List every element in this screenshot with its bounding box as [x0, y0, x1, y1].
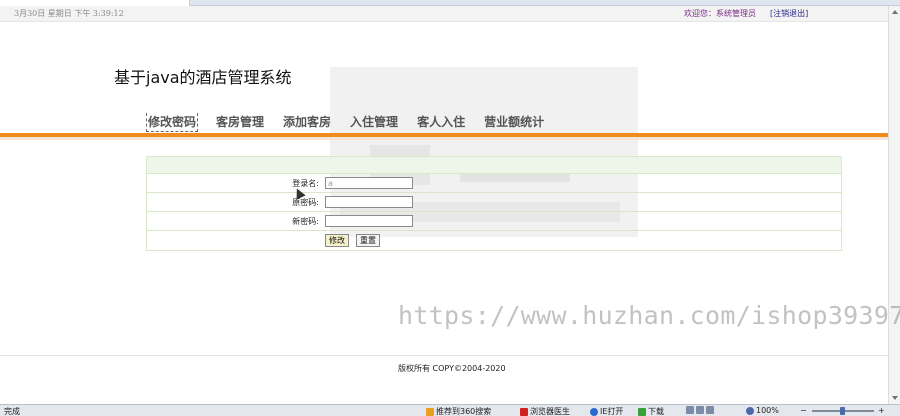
tools-icon[interactable] [696, 406, 704, 414]
reset-button[interactable]: 重置 [356, 234, 380, 247]
logout-link[interactable]: [注销退出] [770, 8, 808, 19]
recommend-360[interactable]: 推荐到360搜索 [426, 406, 491, 416]
form-row-new-password: 新密码: [147, 212, 841, 231]
username-input[interactable] [325, 177, 413, 189]
new-password-label: 新密码: [292, 217, 319, 226]
doctor-icon [520, 407, 528, 416]
zoom-icon [746, 406, 754, 415]
window-icon[interactable] [686, 406, 694, 414]
change-password-form: 登录名: 原密码: 新密码: 修改 重置 [146, 156, 842, 251]
scroll-up-icon[interactable] [892, 10, 898, 14]
form-row-actions: 修改 重置 [147, 231, 841, 250]
zoom-slider-handle[interactable] [840, 407, 845, 415]
zoom-level[interactable]: 100% [746, 406, 779, 415]
welcome-text: 欢迎您：系统管理员 [684, 9, 756, 18]
top-info-bar: 3月30日 星期日 下午 3:39:12 欢迎您：系统管理员 [注销退出] [0, 6, 888, 22]
old-password-input[interactable] [325, 196, 413, 208]
download-icon [638, 407, 646, 416]
status-tools[interactable] [686, 406, 716, 414]
nav-guest-checkin[interactable]: 客人入住 [416, 113, 466, 132]
browser-status-bar: 完成 推荐到360搜索 浏览器医生 IE打开 下载 100% − + [0, 404, 900, 416]
main-nav: 修改密码 客房管理 添加客房 入住管理 客人入住 营业额统计 [146, 113, 562, 132]
footer-divider [0, 355, 888, 356]
nav-checkin-management[interactable]: 入住管理 [349, 113, 399, 132]
site-title: 基于java的酒店管理系统 [114, 68, 292, 87]
vertical-scrollbar[interactable] [888, 6, 900, 404]
status-text: 完成 [4, 407, 20, 416]
nav-add-room[interactable]: 添加客房 [282, 113, 332, 132]
form-header [147, 157, 841, 174]
thumbs-up-icon [426, 407, 434, 416]
nav-revenue-stats[interactable]: 营业额统计 [483, 113, 545, 132]
form-row-old-password: 原密码: [147, 193, 841, 212]
nav-change-password[interactable]: 修改密码 [146, 113, 199, 132]
submit-button[interactable]: 修改 [325, 234, 349, 247]
sound-icon[interactable] [706, 406, 714, 414]
zoom-in-icon[interactable]: + [878, 406, 885, 415]
footer-copyright: 版权所有 COPY©2004-2020 [398, 364, 506, 373]
browser-doctor[interactable]: 浏览器医生 [520, 406, 570, 416]
form-row-username: 登录名: [147, 174, 841, 193]
nav-underline-shadow [0, 137, 888, 140]
zoom-out-icon[interactable]: − [800, 406, 807, 415]
ie-icon [590, 407, 598, 416]
watermark-text: https://www.huzhan.com/ishop39397 [398, 301, 900, 330]
current-date: 3月30日 星期日 下午 3:39:12 [14, 9, 124, 18]
new-password-input[interactable] [325, 215, 413, 227]
scroll-down-icon[interactable] [892, 396, 898, 400]
ie-open[interactable]: IE打开 [590, 406, 623, 416]
nav-room-management[interactable]: 客房管理 [215, 113, 265, 132]
download-button[interactable]: 下载 [638, 406, 664, 416]
